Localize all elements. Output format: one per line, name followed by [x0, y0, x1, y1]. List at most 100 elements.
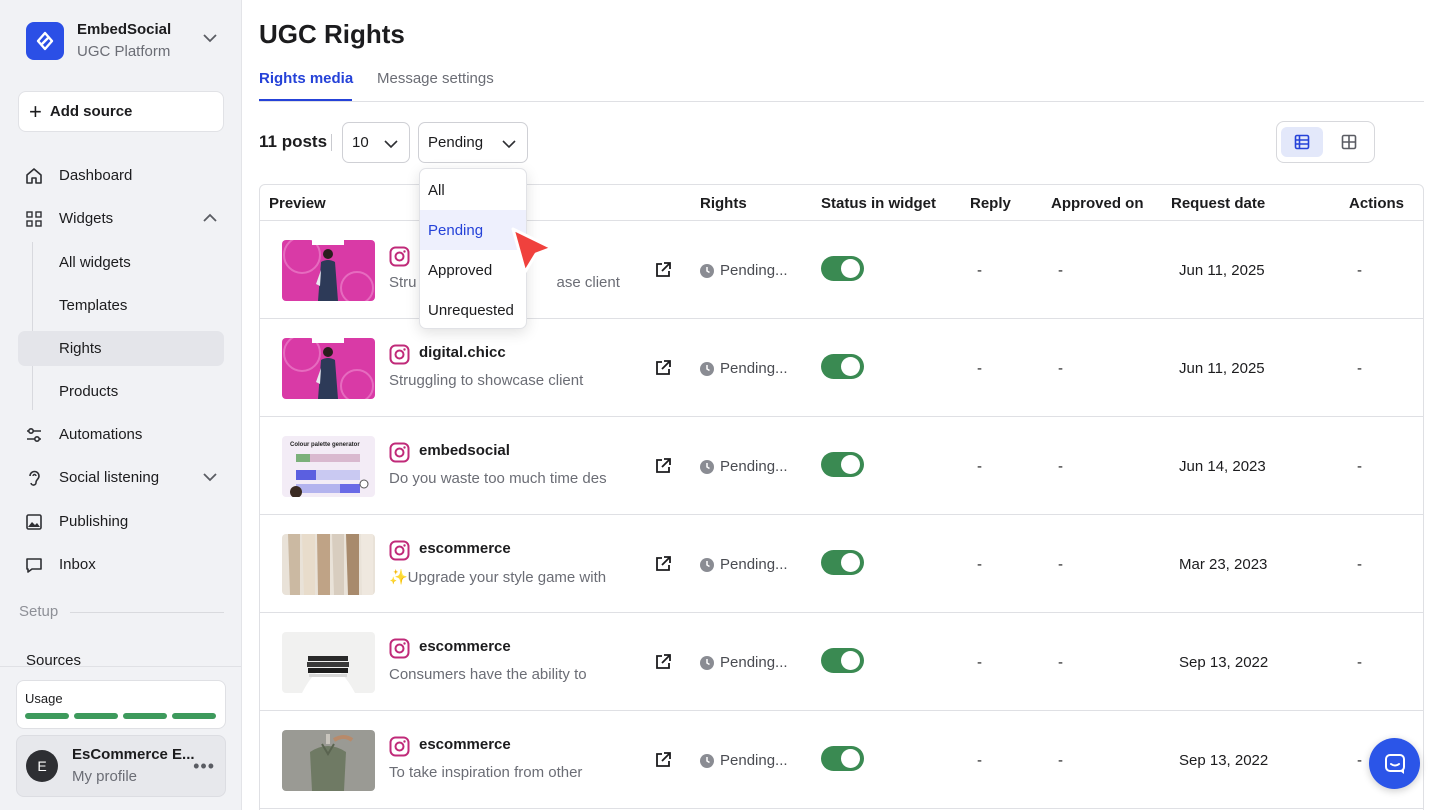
chevron-down-icon[interactable]	[202, 30, 218, 46]
actions-cell[interactable]: -	[1357, 752, 1362, 769]
sidebar-item-label: Inbox	[59, 556, 96, 573]
status-toggle[interactable]	[821, 550, 864, 575]
usage-bar-segment	[172, 713, 216, 719]
add-source-button[interactable]: + Add source	[18, 91, 224, 132]
sidebar-item-inbox[interactable]: Inbox	[18, 547, 224, 582]
approved-on-cell: -	[1058, 752, 1063, 769]
post-thumbnail[interactable]	[282, 632, 375, 693]
ear-icon	[24, 468, 44, 488]
post-thumbnail[interactable]	[282, 338, 375, 399]
instagram-icon	[389, 540, 410, 561]
instagram-icon	[389, 638, 410, 659]
reply-cell: -	[977, 458, 982, 475]
post-caption: To take inspiration from other	[389, 764, 583, 781]
post-thumbnail[interactable]: Colour palette generator	[282, 436, 375, 497]
sidebar-item-products[interactable]: Products	[18, 374, 224, 409]
external-link-icon[interactable]	[654, 359, 672, 377]
status-toggle[interactable]	[821, 648, 864, 673]
sidebar-item-automations[interactable]: Automations	[18, 417, 224, 452]
chevron-up-icon	[203, 213, 217, 222]
thumbnail-text: Colour palette generator	[290, 442, 360, 448]
sidebar-item-publishing[interactable]: Publishing	[18, 504, 224, 539]
post-author[interactable]: embedsocial	[419, 442, 510, 459]
reply-cell: -	[977, 556, 982, 573]
sidebar-item-social-listening[interactable]: Social listening	[18, 460, 224, 495]
request-date-cell: Jun 11, 2025	[1179, 262, 1265, 279]
per-page-select[interactable]: 10	[342, 122, 410, 163]
post-author[interactable]: escommerce	[419, 736, 511, 753]
reply-cell: -	[977, 360, 982, 377]
status-toggle[interactable]	[821, 746, 864, 771]
profile-name: EsCommerce E...	[72, 746, 195, 763]
clock-icon	[700, 655, 714, 670]
reply-cell: -	[977, 654, 982, 671]
brand-switcher[interactable]: EmbedSocial UGC Platform	[26, 19, 171, 63]
approved-on-cell: -	[1058, 458, 1063, 475]
post-caption-start: Stru	[389, 274, 417, 291]
post-author[interactable]: digital.chicc	[419, 344, 506, 361]
post-caption: Struggling to showcase client	[389, 372, 584, 389]
status-toggle[interactable]	[821, 452, 864, 477]
actions-cell[interactable]: -	[1357, 458, 1362, 475]
avatar: E	[26, 750, 58, 782]
divider	[331, 134, 332, 151]
actions-cell[interactable]: -	[1357, 654, 1362, 671]
grid-icon	[24, 209, 44, 229]
usage-card[interactable]: Usage	[16, 680, 226, 729]
actions-cell[interactable]: -	[1357, 360, 1362, 377]
dropdown-option-unrequested[interactable]: Unrequested	[420, 290, 526, 330]
sidebar-item-widgets[interactable]: Widgets	[18, 201, 224, 236]
instagram-icon	[389, 344, 410, 365]
table-row[interactable]: escommerce ✨Upgrade your style game with…	[260, 515, 1423, 613]
actions-cell[interactable]: -	[1357, 556, 1362, 573]
tab-message-settings[interactable]: Message settings	[377, 70, 494, 87]
chat-launcher-button[interactable]	[1369, 738, 1420, 789]
rights-status-text: Pending...	[720, 458, 788, 475]
sidebar-item-dashboard[interactable]: Dashboard	[18, 158, 224, 193]
column-header-rights: Rights	[700, 195, 747, 212]
chat-icon	[1384, 753, 1405, 774]
tab-rights-media[interactable]: Rights media	[259, 70, 353, 87]
actions-cell[interactable]: -	[1357, 262, 1362, 279]
sidebar-item-all-widgets[interactable]: All widgets	[18, 245, 224, 280]
status-toggle[interactable]	[821, 256, 864, 281]
sidebar-item-templates[interactable]: Templates	[18, 288, 224, 323]
approved-on-cell: -	[1058, 360, 1063, 377]
external-link-icon[interactable]	[654, 261, 672, 279]
post-caption-end: ase client	[556, 274, 620, 291]
mouse-cursor-icon	[511, 227, 554, 274]
usage-bar-segment	[25, 713, 69, 719]
post-thumbnail[interactable]	[282, 240, 375, 301]
grid-view-button[interactable]	[1328, 127, 1370, 157]
list-view-button[interactable]	[1281, 127, 1323, 157]
chevron-down-icon	[384, 140, 398, 149]
post-author[interactable]: escommerce	[419, 638, 511, 655]
status-toggle[interactable]	[821, 354, 864, 379]
dropdown-option-all[interactable]: All	[420, 170, 526, 210]
sidebar-item-label: Widgets	[59, 210, 114, 227]
setup-section-label: Setup	[19, 603, 59, 620]
post-caption: Consumers have the ability to	[389, 666, 587, 683]
external-link-icon[interactable]	[654, 653, 672, 671]
post-author[interactable]: escommerce	[419, 540, 511, 557]
status-filter-select[interactable]: Pending	[418, 122, 528, 163]
chevron-down-icon	[203, 473, 217, 482]
table-row[interactable]: escommerce Consumers have the ability to…	[260, 613, 1423, 711]
post-thumbnail[interactable]	[282, 730, 375, 791]
clock-icon	[700, 361, 714, 376]
request-date-cell: Sep 13, 2022	[1179, 654, 1269, 671]
profile-card[interactable]: E EsCommerce E... My profile •••	[16, 735, 226, 797]
external-link-icon[interactable]	[654, 457, 672, 475]
more-options-icon[interactable]: •••	[193, 756, 215, 777]
external-link-icon[interactable]	[654, 555, 672, 573]
embedsocial-logo-icon	[26, 22, 64, 60]
table-row[interactable]: digital.chicc Struggling to showcase cli…	[260, 319, 1423, 417]
table-row[interactable]: escommerce To take inspiration from othe…	[260, 711, 1423, 809]
column-header-approved-on: Approved on	[1051, 195, 1144, 212]
table-row[interactable]: Colour palette generator embedsocial Do …	[260, 417, 1423, 515]
approved-on-cell: -	[1058, 556, 1063, 573]
sidebar-item-rights[interactable]: Rights	[18, 331, 224, 366]
post-thumbnail[interactable]	[282, 534, 375, 595]
external-link-icon[interactable]	[654, 751, 672, 769]
rights-status: Pending...	[700, 458, 788, 475]
